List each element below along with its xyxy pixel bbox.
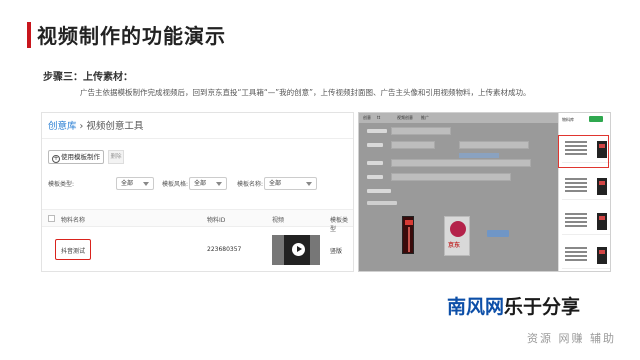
step-label: 步骤三：上传素材： (43, 72, 133, 83)
breadcrumb-separator: › (79, 121, 84, 132)
cover-preview: 京东 (444, 216, 470, 256)
highlight-box (558, 135, 609, 168)
breadcrumb-link-creative-library[interactable]: 创意库 (48, 121, 77, 132)
watermark-subtitle: 资源 网赚 辅助 (527, 332, 616, 345)
use-template-button[interactable]: + 使用模板制作 (48, 150, 104, 164)
breadcrumb: 创意库 › 视频创意工具 (48, 118, 143, 132)
highlight-box (55, 239, 91, 260)
top-nav-item[interactable]: 创意 (363, 115, 371, 121)
top-nav-item[interactable]: 视频创意 (397, 115, 413, 121)
form-input[interactable] (391, 173, 511, 181)
video-preview (402, 216, 414, 254)
list-item[interactable] (562, 243, 610, 269)
chevron-down-icon (306, 182, 312, 186)
table-header: 物料名称 物料ID 视频 模板类型 (42, 209, 353, 233)
play-icon[interactable] (292, 243, 305, 256)
column-header-video: 视频 (272, 217, 285, 224)
confirm-button[interactable] (589, 116, 603, 122)
template-type-select[interactable]: 全部 (116, 177, 154, 190)
step-description: 广告主依据模板制作完成视频后，回到京东直投“工具箱“—”我的创意”，上传视频封面… (80, 88, 531, 97)
creative-tool-panel: 创意库 › 视频创意工具 + 使用模板制作 删除 模板类型: 全部 模板风格: 全… (41, 112, 354, 272)
delete-button[interactable]: 删除 (108, 150, 124, 164)
chevron-down-icon (143, 182, 149, 186)
template-name-select[interactable]: 全部 (264, 177, 317, 190)
title-accent-bar (27, 22, 31, 48)
form-input[interactable] (391, 127, 451, 135)
use-template-label: 使用模板制作 (61, 153, 100, 161)
watermark-brand-blue: 南风网 (447, 296, 505, 318)
slide: 视频制作的功能演示 步骤三：上传素材： 广告主依据模板制作完成视频后，回到京东直… (0, 0, 640, 360)
template-type-value: 全部 (121, 180, 134, 187)
top-nav-item[interactable]: 推广 (421, 115, 429, 121)
form-input[interactable] (459, 141, 529, 149)
sidebar-tag: 物料库 (562, 117, 574, 122)
plus-circle-icon: + (52, 155, 60, 163)
form-input[interactable] (391, 159, 531, 167)
filter-label-template-style: 模板风格: (162, 181, 189, 188)
template-name-value: 全部 (269, 180, 282, 187)
form-input[interactable] (391, 141, 435, 149)
select-all-checkbox[interactable] (48, 215, 55, 222)
avatar (450, 221, 466, 237)
material-id: 223680357 (207, 246, 242, 253)
template-type-cell: 竖版 (330, 248, 343, 255)
brand-logo: 京东 (448, 242, 461, 249)
filter-label-template-name: 模板名称: (237, 181, 264, 188)
chevron-down-icon (216, 182, 222, 186)
list-item[interactable] (562, 174, 610, 200)
top-nav-item[interactable]: tt (377, 115, 380, 120)
column-header-id: 物料ID (207, 217, 226, 224)
divider (42, 138, 353, 139)
upload-button[interactable] (487, 230, 509, 237)
slide-title: 视频制作的功能演示 (37, 24, 226, 48)
list-item[interactable] (562, 209, 610, 235)
template-style-value: 全部 (194, 180, 207, 187)
breadcrumb-current: 视频创意工具 (86, 121, 144, 132)
filter-label-template-type: 模板类型: (48, 181, 75, 188)
watermark-brand-black: 乐于分享 (504, 296, 581, 318)
upload-form-screenshot: 创意 tt 视频创意 推广 京东 物料库 (358, 112, 611, 272)
video-thumbnail[interactable] (272, 235, 320, 265)
column-header-name: 物料名称 (61, 217, 86, 224)
watermark-logo: 南风网乐于分享 (447, 292, 580, 319)
template-style-select[interactable]: 全部 (189, 177, 227, 190)
